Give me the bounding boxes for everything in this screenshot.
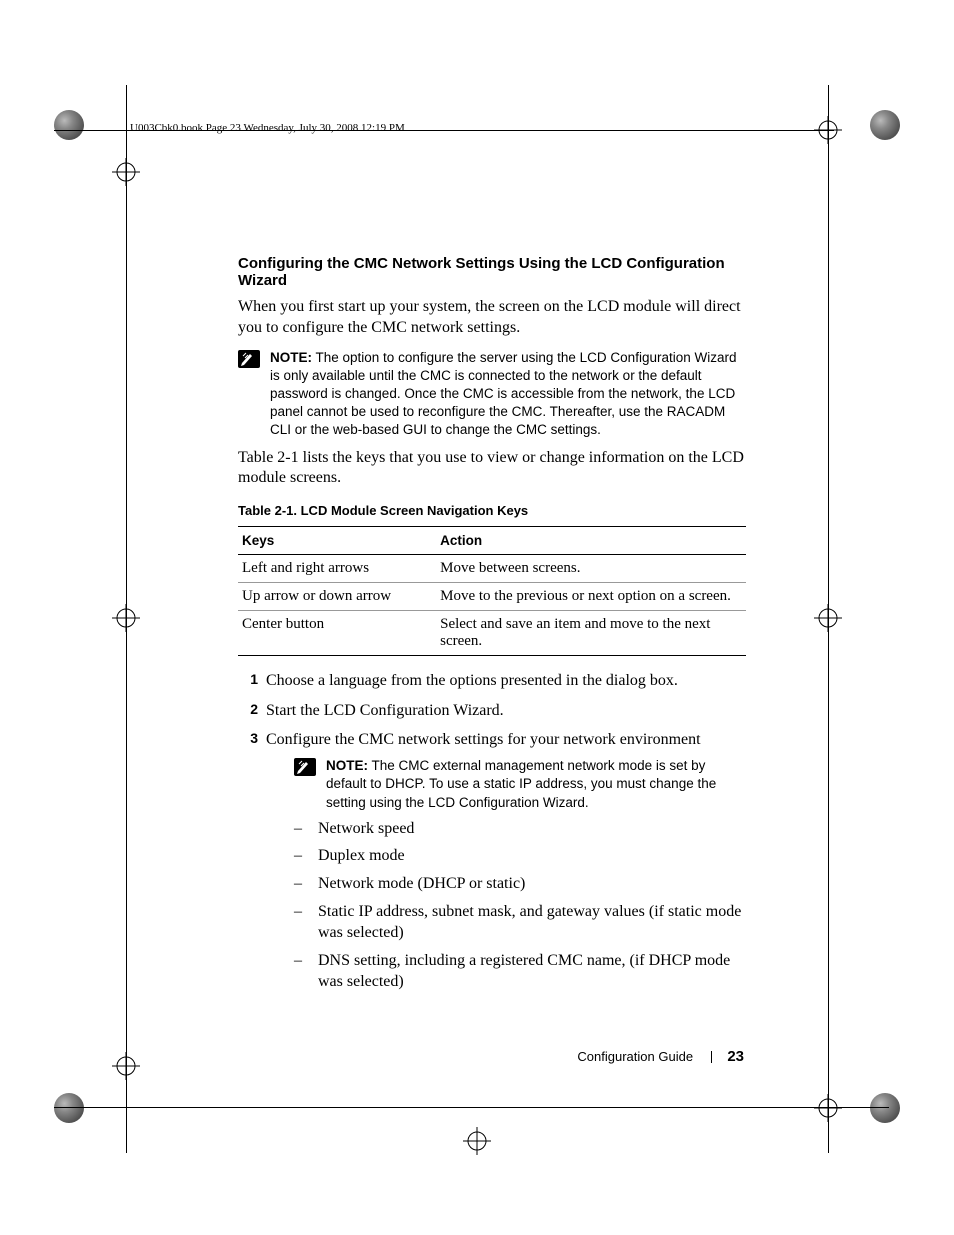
page-content: Configuring the CMC Network Settings Usi…	[238, 255, 746, 1001]
navigation-keys-table: Keys Action Left and right arrows Move b…	[238, 526, 746, 656]
list-item: Network mode (DHCP or static)	[294, 873, 746, 895]
page-header-metadata: U003Cbk0.book Page 23 Wednesday, July 30…	[130, 122, 405, 134]
footer-separator-icon	[711, 1051, 712, 1063]
table-row: Left and right arrows Move between scree…	[238, 555, 746, 583]
crop-ball-icon	[870, 110, 900, 140]
page-footer: Configuration Guide 23	[577, 1048, 744, 1065]
table-caption: Table 2-1. LCD Module Screen Navigation …	[238, 503, 746, 518]
dash-list: Network speed Duplex mode Network mode (…	[294, 818, 746, 993]
crop-line-icon	[126, 85, 127, 1153]
step-item: Choose a language from the options prese…	[238, 670, 746, 692]
note-block: NOTE: The option to configure the server…	[238, 349, 746, 440]
table-cell-action: Move to the previous or next option on a…	[436, 583, 746, 611]
note-block: NOTE: The CMC external management networ…	[294, 757, 746, 812]
page-number: 23	[727, 1048, 744, 1065]
note-body: The CMC external management network mode…	[326, 758, 716, 809]
step-item: Start the LCD Configuration Wizard.	[238, 700, 746, 722]
steps-list: Choose a language from the options prese…	[238, 670, 746, 993]
note-body: The option to configure the server using…	[270, 350, 736, 438]
list-item: DNS setting, including a registered CMC …	[294, 950, 746, 993]
table-header-keys: Keys	[238, 527, 436, 555]
section-heading: Configuring the CMC Network Settings Usi…	[238, 255, 746, 289]
registration-mark-icon	[463, 1127, 491, 1160]
table-cell-keys: Center button	[238, 611, 436, 656]
table-header-row: Keys Action	[238, 527, 746, 555]
table-row: Center button Select and save an item an…	[238, 611, 746, 656]
table-cell-action: Move between screens.	[436, 555, 746, 583]
crop-ball-icon	[54, 1093, 84, 1123]
footer-title: Configuration Guide	[577, 1049, 693, 1064]
crop-line-icon	[54, 1107, 889, 1108]
table-cell-action: Select and save an item and move to the …	[436, 611, 746, 656]
table-cell-keys: Up arrow or down arrow	[238, 583, 436, 611]
step-item: Configure the CMC network settings for y…	[238, 729, 746, 992]
intro-paragraph: When you first start up your system, the…	[238, 297, 746, 339]
crop-ball-icon	[870, 1093, 900, 1123]
list-item: Duplex mode	[294, 845, 746, 867]
step-text: Configure the CMC network settings for y…	[266, 731, 701, 748]
note-text: NOTE: The option to configure the server…	[270, 349, 746, 440]
note-label: NOTE:	[270, 350, 312, 365]
note-icon	[294, 758, 316, 783]
crop-ball-icon	[54, 110, 84, 140]
table-header-action: Action	[436, 527, 746, 555]
note-icon	[238, 350, 260, 373]
note-text: NOTE: The CMC external management networ…	[326, 757, 746, 812]
table-cell-keys: Left and right arrows	[238, 555, 436, 583]
list-item: Static IP address, subnet mask, and gate…	[294, 901, 746, 944]
note-label: NOTE:	[326, 758, 368, 773]
crop-line-icon	[828, 85, 829, 1153]
table-row: Up arrow or down arrow Move to the previ…	[238, 583, 746, 611]
body-paragraph: Table 2-1 lists the keys that you use to…	[238, 448, 746, 490]
list-item: Network speed	[294, 818, 746, 840]
